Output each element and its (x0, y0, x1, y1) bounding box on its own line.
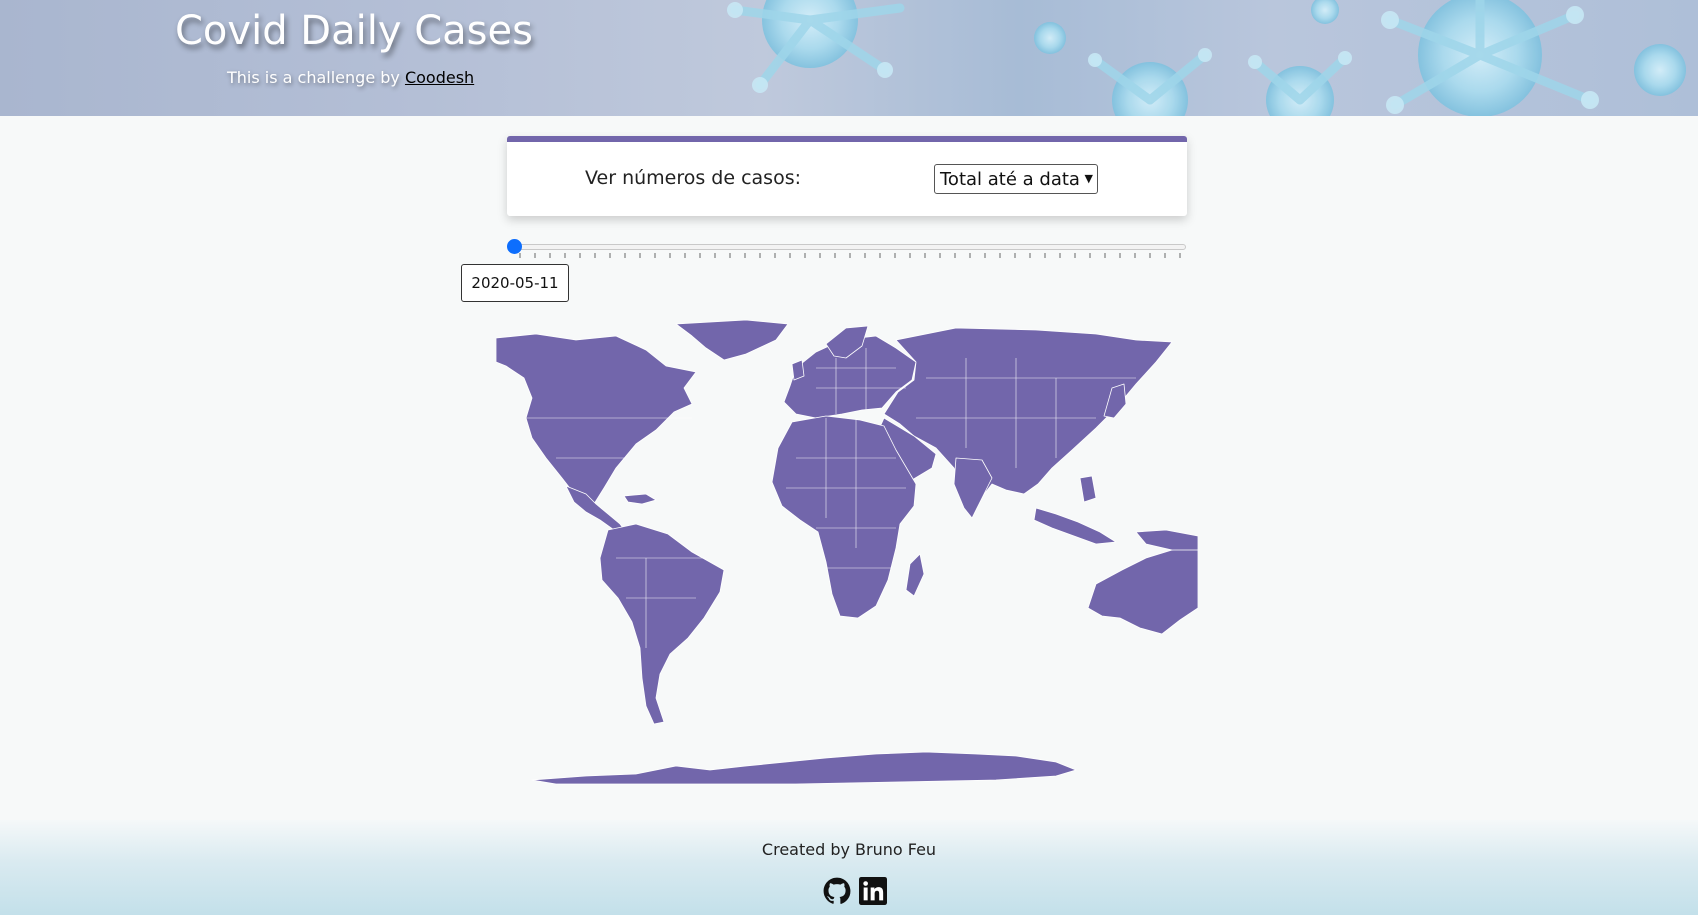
map-antarctica (531, 751, 1077, 785)
map-caribbean (623, 493, 657, 505)
footer-credit: Created by Bruno Feu (761, 840, 937, 859)
map-south-america (599, 523, 725, 725)
chevron-down-icon: ▼ (1084, 172, 1093, 185)
linkedin-icon[interactable] (859, 877, 887, 905)
map-greenland (675, 319, 789, 361)
header-banner: Covid Daily Cases This is a challenge by… (0, 0, 1698, 116)
subtitle-prefix: This is a challenge by (227, 68, 405, 87)
page-title: Covid Daily Cases (175, 8, 533, 54)
map-asia (883, 327, 1173, 503)
case-view-label: Ver números de casos: (585, 167, 802, 189)
map-africa (771, 415, 917, 619)
map-philippines (1079, 475, 1097, 503)
date-slider-ticks (519, 253, 1181, 258)
map-southeast-asia (1033, 507, 1117, 545)
current-date-label: 2020-05-11 (461, 264, 569, 302)
coodesh-link[interactable]: Coodesh (405, 68, 474, 87)
date-slider-track[interactable] (514, 244, 1186, 250)
map-madagascar (905, 553, 925, 597)
github-icon[interactable] (823, 877, 851, 905)
case-view-selected-value: Total até a data (940, 168, 1080, 190)
date-slider-thumb[interactable] (507, 239, 522, 254)
map-australia (1087, 543, 1198, 635)
map-uk (791, 359, 805, 381)
page-subtitle: This is a challenge by Coodesh (227, 68, 474, 87)
map-north-america (496, 333, 697, 505)
map-india (953, 457, 993, 519)
map-new-guinea (1135, 529, 1198, 551)
case-view-select[interactable]: Total até a data ▼ (934, 164, 1098, 194)
filter-card: Ver números de casos: Total até a data ▼ (507, 136, 1187, 216)
world-map[interactable] (496, 318, 1198, 788)
